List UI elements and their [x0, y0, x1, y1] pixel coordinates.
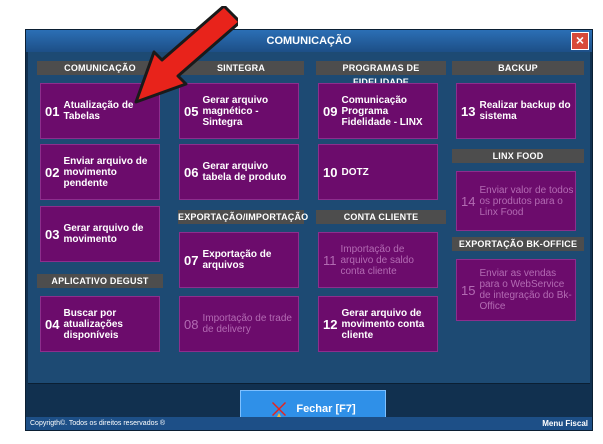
tile-02-enviar-movimento[interactable]: 02 Enviar arquivo de movimento pendente [40, 144, 160, 200]
tile-label: Buscar por atualizações disponíveis [63, 307, 123, 341]
tile-label: Enviar as vendas para o WebService de in… [479, 268, 572, 312]
copyright-text: Copyrigth©. Todos os direitos reservados… [30, 420, 166, 427]
communication-window: COMUNICAÇÃO × COMUNICAÇÃO 01 Atualização… [25, 29, 593, 431]
tile-number: 09 [323, 103, 338, 119]
header-exportacao-importacao: EXPORTAÇÃO/IMPORTAÇÃO [178, 210, 309, 224]
tile-label: Gerar arquivo de movimento [63, 223, 144, 245]
tile-label: Importação de arquivo de saldo conta cli… [340, 243, 414, 277]
tile-number: 03 [45, 226, 60, 242]
tile-number: 11 [323, 252, 337, 268]
tile-label: Enviar valor de todos os produtos para o… [479, 184, 574, 218]
tile-label: Gerar arquivo de movimento conta cliente [341, 307, 425, 341]
tile-13-backup-sistema[interactable]: 13 Realizar backup do sistema [456, 83, 576, 139]
footer-area: Fechar [F7] [28, 383, 590, 428]
close-icon[interactable]: × [571, 32, 589, 50]
header-programas-fidelidade: PROGRAMAS DE FIDELIDADE [316, 61, 446, 87]
header-conta-cliente: CONTA CLIENTE [316, 210, 446, 224]
tile-09-fidelidade-linx[interactable]: 09 Comunicação Programa Fidelidade - LIN… [318, 83, 438, 139]
tile-label: Importação de trade de delivery [202, 313, 292, 335]
tile-number: 06 [184, 164, 199, 180]
tile-number: 04 [45, 316, 60, 332]
tile-number: 13 [461, 103, 476, 119]
tile-11-importacao-saldo: 11 Importação de arquivo de saldo conta … [318, 232, 438, 288]
header-backup: BACKUP [452, 61, 584, 75]
tile-number: 08 [184, 316, 199, 332]
tile-number: 01 [45, 103, 60, 119]
window-title: COMUNICAÇÃO [266, 35, 352, 47]
tile-number: 07 [184, 252, 199, 268]
close-x-icon [272, 402, 287, 417]
tile-12-movimento-conta-cliente[interactable]: 12 Gerar arquivo de movimento conta clie… [318, 296, 438, 352]
tile-number: 15 [461, 282, 476, 298]
header-degust: APLICATIVO DEGUST [37, 274, 163, 288]
tile-number: 14 [461, 193, 476, 209]
header-exportacao-bk-office: EXPORTAÇÃO BK-OFFICE [452, 237, 584, 251]
tile-label: Exportação de arquivos [202, 249, 272, 271]
title-bar: COMUNICAÇÃO × [26, 30, 592, 52]
tile-07-exportacao-arquivos[interactable]: 07 Exportação de arquivos [179, 232, 299, 288]
tile-15-bk-office: 15 Enviar as vendas para o WebService de… [456, 259, 576, 321]
tile-number: 10 [323, 164, 338, 180]
tile-number: 12 [323, 316, 338, 332]
menu-fiscal-link[interactable]: Menu Fiscal [542, 417, 588, 430]
tile-06-tabela-produto[interactable]: 06 Gerar arquivo tabela de produto [179, 144, 299, 200]
tile-label: Realizar backup do sistema [479, 100, 571, 122]
status-bar: Copyrigth©. Todos os direitos reservados… [26, 417, 592, 430]
tile-14-linx-food: 14 Enviar valor de todos os produtos par… [456, 171, 576, 231]
menu-panel: COMUNICAÇÃO 01 Atualização de Tabelas 02… [28, 52, 590, 383]
tile-04-buscar-atualizacoes[interactable]: 04 Buscar por atualizações disponíveis [40, 296, 160, 352]
fechar-button-label: Fechar [F7] [296, 403, 356, 415]
tile-03-gerar-movimento[interactable]: 03 Gerar arquivo de movimento [40, 206, 160, 262]
tile-number: 02 [45, 164, 60, 180]
tile-label: Comunicação Programa Fidelidade - LINX [341, 94, 423, 128]
tile-08-importacao-trade-delivery: 08 Importação de trade de delivery [179, 296, 299, 352]
tile-label: DOTZ [341, 166, 369, 178]
red-arrow-icon [134, 6, 238, 104]
tile-label: Gerar arquivo tabela de produto [202, 161, 287, 183]
tile-10-dotz[interactable]: 10 DOTZ [318, 144, 438, 200]
tile-label: Enviar arquivo de movimento pendente [63, 155, 148, 189]
header-linx-food: LINX FOOD [452, 149, 584, 163]
